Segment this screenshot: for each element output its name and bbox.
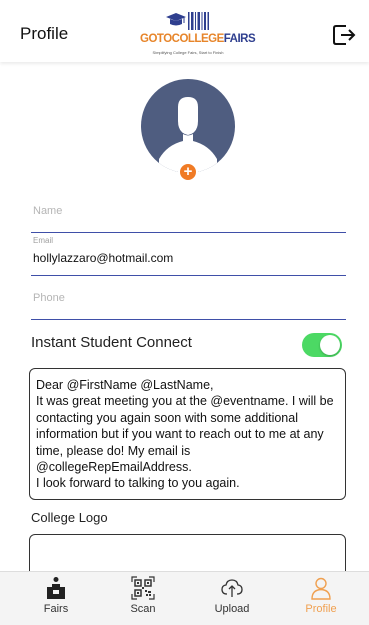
- tab-fairs[interactable]: Fairs: [26, 572, 86, 625]
- tab-scan-label: Scan: [130, 603, 156, 615]
- cloud-upload-icon: [221, 579, 243, 597]
- tab-bar: Fairs Scan Upload Profile: [0, 571, 369, 625]
- instant-connect-toggle[interactable]: [302, 333, 342, 357]
- graduation-cap-icon: [166, 12, 209, 30]
- email-field[interactable]: Email hollylazzaro@hotmail.com: [31, 236, 346, 276]
- phone-placeholder: Phone: [33, 292, 65, 304]
- qr-code-icon: [131, 576, 155, 600]
- tab-profile[interactable]: Profile: [291, 572, 351, 625]
- tab-upload[interactable]: Upload: [202, 572, 262, 625]
- tab-scan[interactable]: Scan: [113, 572, 173, 625]
- avatar[interactable]: [141, 79, 235, 173]
- toggle-knob: [320, 335, 340, 355]
- connect-message-textarea[interactable]: Dear @FirstName @LastName, It was great …: [29, 368, 346, 500]
- phone-field[interactable]: Phone: [31, 285, 346, 320]
- desk-icon: [47, 577, 65, 599]
- name-placeholder: Name: [33, 205, 63, 217]
- name-field[interactable]: Name: [31, 198, 346, 233]
- college-logo-label: College Logo: [31, 510, 108, 525]
- logo-tagline: Simplifying College Fairs, Start to Fini…: [152, 50, 224, 55]
- plus-icon: +: [183, 163, 193, 180]
- add-photo-button[interactable]: +: [178, 162, 198, 182]
- logout-icon[interactable]: [331, 22, 357, 48]
- tab-profile-label: Profile: [305, 603, 337, 615]
- app-logo: GOTOCOLLEGEFAIRS Simplifying College Fai…: [140, 8, 256, 60]
- tab-upload-label: Upload: [214, 603, 250, 615]
- logo-wordmark: GOTOCOLLEGEFAIRS: [140, 33, 256, 45]
- page-title: Profile: [20, 24, 69, 43]
- email-label: Email: [33, 236, 54, 245]
- tab-fairs-label: Fairs: [43, 603, 69, 615]
- email-value: hollylazzaro@hotmail.com: [33, 251, 174, 265]
- instant-connect-label: Instant Student Connect: [31, 334, 192, 351]
- header: Profile GOTOCOLLEGEFAIRS Simplifying Col…: [0, 0, 369, 62]
- user-icon: [311, 577, 331, 600]
- user-silhouette-icon: [159, 97, 217, 173]
